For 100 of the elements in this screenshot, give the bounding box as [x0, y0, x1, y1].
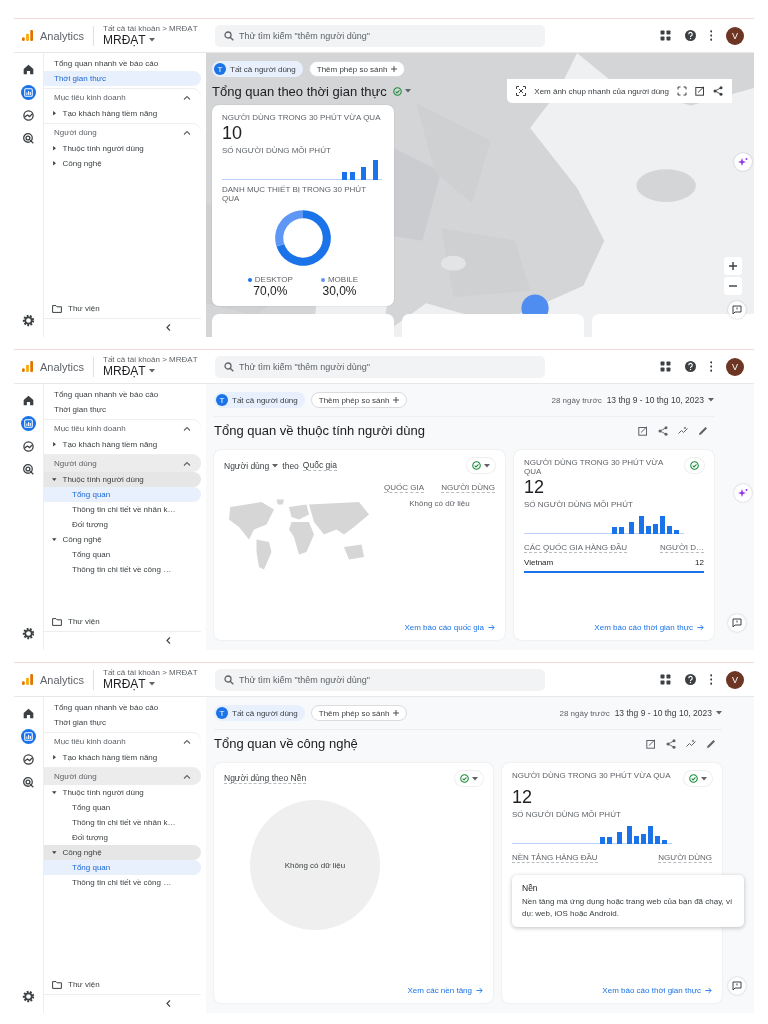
nav-link[interactable]: Thông tin chi tiết về công … — [44, 875, 201, 890]
search-field[interactable]: Thử tìm kiếm "thêm người dùng" — [215, 24, 546, 47]
nav-group[interactable]: Thuộc tính người dùng — [44, 785, 201, 800]
property-selector[interactable]: MRĐẠT — [103, 33, 155, 47]
report-link[interactable]: Xem báo cáo quốc gia — [404, 623, 495, 632]
edit-icon[interactable] — [706, 738, 716, 749]
nav-group[interactable]: Tạo khách hàng tiềm năng — [44, 106, 201, 121]
help-icon[interactable] — [684, 361, 696, 372]
nav-link[interactable]: Tổng quan — [44, 487, 201, 502]
home-icon[interactable] — [21, 62, 36, 77]
collapse-icon[interactable] — [166, 323, 171, 332]
section-header[interactable]: Người dùng — [44, 124, 201, 141]
gauge-icon[interactable] — [21, 108, 36, 123]
property-selector[interactable]: MRĐẠT — [103, 677, 155, 691]
report-link[interactable]: Xem các nền tảng — [407, 986, 483, 995]
nav-link[interactable]: Đối tượng — [44, 517, 201, 532]
apps-icon[interactable] — [659, 674, 671, 685]
share-icon[interactable] — [713, 86, 723, 96]
compare-button[interactable]: Thêm phép so sánh — [310, 392, 408, 408]
target-icon[interactable] — [21, 131, 36, 146]
more-icon[interactable] — [709, 30, 712, 41]
nav-link[interactable]: Tổng quan — [44, 860, 201, 875]
section-header[interactable]: Mục tiêu kinh doanh — [44, 733, 201, 750]
bar-chart-icon[interactable] — [21, 729, 36, 744]
insights-icon[interactable] — [678, 425, 688, 436]
library-link[interactable]: Thư viện — [44, 300, 104, 318]
nav-link[interactable]: Thời gian thực — [44, 71, 201, 86]
search-field[interactable]: Thử tìm kiếm "thêm người dùng" — [215, 668, 546, 691]
bar-chart-icon[interactable] — [21, 85, 36, 100]
zoom-in-button[interactable] — [724, 257, 742, 275]
nav-group[interactable]: Thuộc tính người dùng — [44, 141, 201, 156]
date-range-button[interactable]: 13 thg 9 - 10 thg 10, 2023 — [606, 395, 714, 405]
target-icon[interactable] — [21, 775, 36, 790]
section-header[interactable]: Người dùng — [44, 768, 201, 785]
library-link[interactable]: Thư viện — [44, 976, 104, 994]
nav-link[interactable]: Thông tin chi tiết về nhân k… — [44, 502, 201, 517]
settings-icon[interactable] — [21, 626, 36, 641]
status-button[interactable] — [467, 458, 495, 473]
nav-link[interactable]: Đối tượng — [44, 830, 201, 845]
share-icon[interactable] — [666, 738, 676, 749]
apps-icon[interactable] — [659, 361, 671, 372]
segment-chip[interactable]: T Tất cả người dùng — [214, 392, 305, 408]
nav-link[interactable]: Thông tin chi tiết về nhân k… — [44, 815, 201, 830]
account-avatar[interactable]: V — [726, 670, 744, 689]
more-icon[interactable] — [709, 361, 712, 372]
home-icon[interactable] — [21, 393, 36, 408]
nav-link[interactable]: Tổng quan nhanh về báo cáo — [44, 387, 201, 402]
library-link[interactable]: Thư viện — [44, 613, 104, 631]
nav-group[interactable]: Thuộc tính người dùng — [44, 472, 201, 487]
nav-group[interactable]: Tạo khách hàng tiềm năng — [44, 750, 201, 765]
edit-icon[interactable] — [698, 425, 708, 436]
segment-chip[interactable]: T Tất cả người dùng — [212, 61, 303, 77]
date-range-button[interactable]: 13 thg 9 - 10 thg 10, 2023 — [614, 708, 722, 718]
nav-group[interactable]: Công nghệ — [44, 156, 201, 171]
nav-group[interactable]: Công nghệ — [44, 845, 201, 860]
help-icon[interactable] — [684, 674, 696, 685]
help-icon[interactable] — [684, 30, 696, 41]
customize-icon[interactable] — [695, 86, 705, 96]
report-link[interactable]: Xem báo cáo thời gian thực — [594, 623, 704, 632]
status-button[interactable] — [390, 86, 413, 96]
compare-button[interactable]: Thêm phép so sánh — [310, 705, 408, 721]
nav-group[interactable]: Công nghệ — [44, 532, 201, 547]
section-header[interactable]: Mục tiêu kinh doanh — [44, 420, 201, 437]
nav-link[interactable]: Tổng quan nhanh về báo cáo — [44, 56, 201, 71]
property-selector[interactable]: MRĐẠT — [103, 364, 155, 378]
settings-icon[interactable] — [21, 989, 36, 1004]
fullscreen-icon[interactable] — [677, 86, 687, 96]
dimension-link[interactable]: Quốc gia — [302, 460, 337, 471]
feedback-button[interactable] — [728, 977, 746, 995]
insights-icon[interactable] — [686, 738, 696, 749]
nav-link[interactable]: Thời gian thực — [44, 715, 201, 730]
account-avatar[interactable]: V — [726, 357, 744, 376]
gauge-icon[interactable] — [21, 439, 36, 454]
nav-group[interactable]: Tạo khách hàng tiềm năng — [44, 437, 201, 452]
collapse-icon[interactable] — [166, 636, 171, 645]
nav-link[interactable]: Thông tin chi tiết về công … — [44, 562, 201, 577]
zoom-out-button[interactable] — [724, 277, 742, 295]
report-link[interactable]: Xem báo cáo thời gian thực — [602, 986, 712, 995]
metric-dropdown[interactable]: Người dùng — [224, 460, 279, 471]
share-icon[interactable] — [658, 425, 668, 436]
compare-button[interactable]: Thêm phép so sánh — [308, 61, 406, 77]
section-header[interactable]: Người dùng — [44, 455, 201, 472]
nav-link[interactable]: Thời gian thực — [44, 402, 201, 417]
assistant-button[interactable] — [734, 484, 752, 502]
snapshot-link[interactable]: Xem ảnh chụp nhanh của người dùng — [534, 86, 669, 96]
status-button[interactable] — [685, 458, 704, 473]
account-avatar[interactable]: V — [726, 26, 744, 45]
apps-icon[interactable] — [659, 30, 671, 41]
search-field[interactable]: Thử tìm kiếm "thêm người dùng" — [215, 355, 546, 378]
section-header[interactable]: Mục tiêu kinh doanh — [44, 89, 201, 106]
status-button[interactable] — [684, 771, 712, 786]
more-icon[interactable] — [709, 674, 712, 685]
customize-icon[interactable] — [646, 738, 656, 749]
nav-link[interactable]: Tổng quan — [44, 547, 201, 562]
nav-link[interactable]: Tổng quan — [44, 800, 201, 815]
feedback-button[interactable] — [728, 614, 746, 632]
status-button[interactable] — [455, 771, 483, 786]
home-icon[interactable] — [21, 706, 36, 721]
segment-chip[interactable]: T Tất cả người dùng — [214, 705, 305, 721]
target-icon[interactable] — [21, 462, 36, 477]
